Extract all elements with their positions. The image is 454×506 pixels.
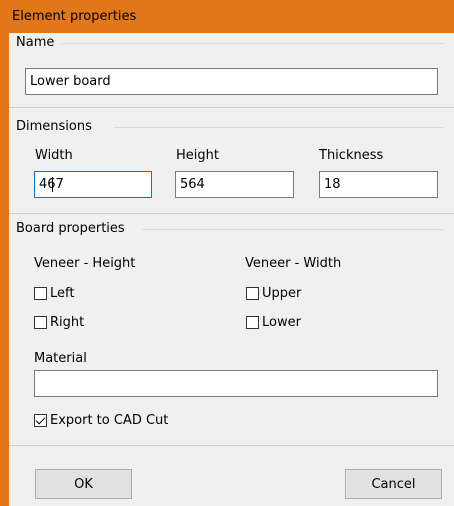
text-caret [52, 177, 53, 192]
board-properties-group-line [142, 229, 444, 230]
right-checkbox-label: Right [50, 315, 85, 330]
export-checkbox-label: Export to CAD Cut [50, 413, 169, 428]
lower-checkbox-label: Lower [262, 315, 301, 330]
export-to-cad-cut-checkbox[interactable] [34, 414, 47, 427]
thickness-label: Thickness [319, 148, 384, 163]
section-divider [9, 445, 454, 446]
upper-checkbox-row[interactable]: Upper [246, 286, 301, 301]
right-checkbox-row[interactable]: Right [34, 315, 84, 330]
left-checkbox[interactable] [34, 287, 47, 300]
right-checkbox[interactable] [34, 316, 47, 329]
lower-checkbox[interactable] [246, 316, 259, 329]
dimensions-group-line [114, 127, 444, 128]
section-divider [9, 213, 454, 214]
dimensions-group-label: Dimensions [16, 119, 96, 134]
dialog-title: Element properties [12, 9, 137, 24]
upper-checkbox[interactable] [246, 287, 259, 300]
dialog-content: Name Dimensions Width Height Thickness B… [9, 33, 454, 506]
section-divider [9, 107, 454, 108]
ok-button-label: OK [74, 476, 93, 492]
board-properties-group-label: Board properties [16, 221, 129, 236]
height-label: Height [176, 148, 219, 163]
veneer-width-label: Veneer - Width [245, 256, 342, 271]
left-checkbox-label: Left [50, 286, 75, 301]
thickness-input[interactable] [319, 171, 438, 198]
cancel-button-label: Cancel [371, 476, 416, 492]
material-label: Material [34, 351, 87, 366]
veneer-height-label: Veneer - Height [34, 256, 136, 271]
height-input[interactable] [175, 171, 294, 198]
left-checkbox-row[interactable]: Left [34, 286, 74, 301]
width-label: Width [35, 148, 73, 163]
cancel-button[interactable]: Cancel [345, 469, 442, 499]
element-properties-dialog: Element properties Name Dimensions Width… [0, 0, 454, 506]
name-input[interactable] [25, 68, 438, 95]
title-bar[interactable]: Element properties [0, 0, 454, 33]
name-group-line [61, 43, 444, 44]
export-checkbox-row[interactable]: Export to CAD Cut [34, 413, 168, 428]
ok-button[interactable]: OK [35, 469, 132, 499]
upper-checkbox-label: Upper [262, 286, 302, 301]
name-group-label: Name [16, 35, 59, 50]
window-frame-left [0, 33, 9, 506]
material-input[interactable] [34, 370, 438, 397]
lower-checkbox-row[interactable]: Lower [246, 315, 301, 330]
